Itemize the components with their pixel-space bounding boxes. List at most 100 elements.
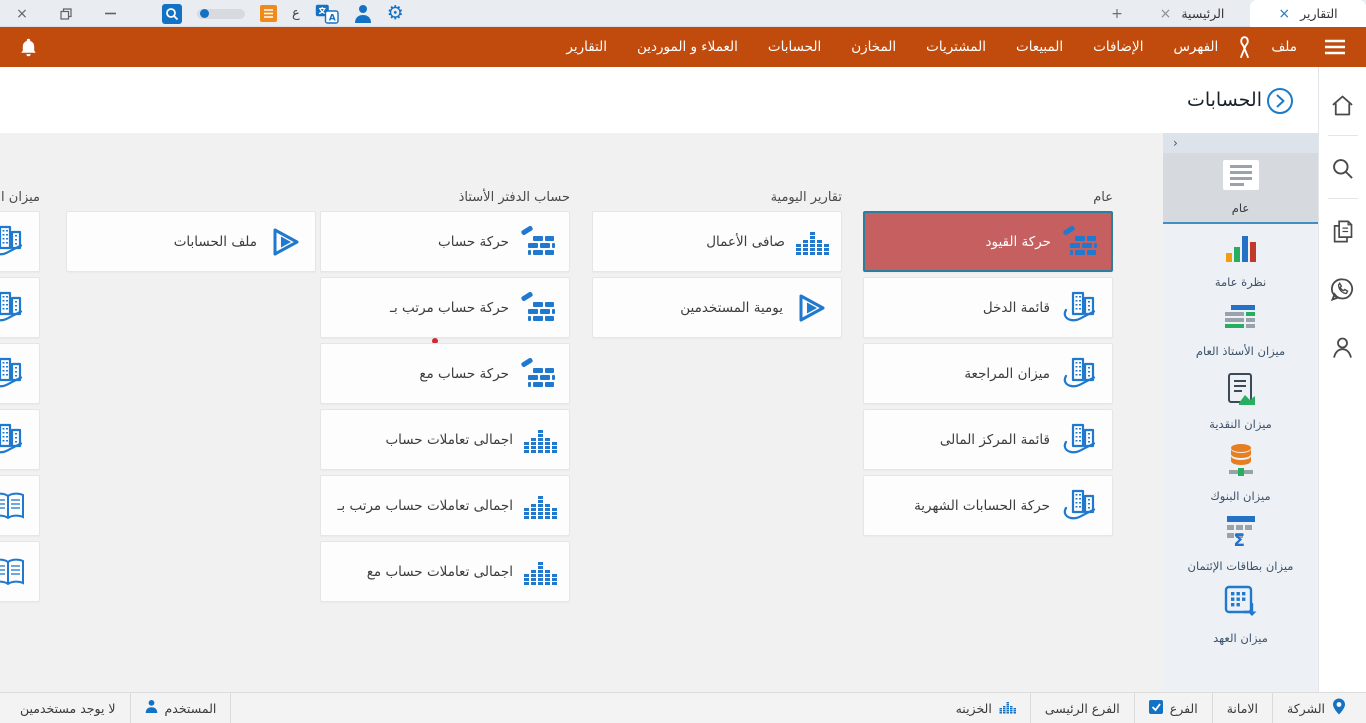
sidebar-item-general[interactable]: عام [1163,153,1318,224]
minimize-icon [105,12,116,15]
status-cell[interactable]: الفرع الرئيسى [1031,693,1135,723]
svg-text:Σ: Σ [1233,531,1245,548]
sidebar-item-credit[interactable]: Σميزان بطاقات الإئتمان [1163,508,1318,579]
toggle-switch[interactable] [197,9,245,19]
page-header: الحسابات الفرع الرئيسى الكل ▼ [0,67,1318,133]
building-icon [1060,422,1100,458]
report-tile[interactable]: صافى الأعمال [592,211,842,272]
menu-item-2[interactable]: الإضافات [1078,39,1158,55]
report-tile[interactable]: حركة القيود [863,211,1113,272]
report-tile[interactable]: قائمة المركز المالى [863,409,1113,470]
statusbar-left-group: المستخدم لا يوجد مستخدمين [6,693,231,723]
report-tile[interactable]: قائمة الدخل [863,277,1113,338]
report-tile-label: قائمة الدخل [983,300,1050,316]
bricks-icon [1061,224,1099,260]
status-cell[interactable]: الامانة [1213,693,1273,723]
report-tile[interactable]: حركة حساب [320,211,570,272]
strip-divider [1328,198,1358,199]
menu-item-5[interactable]: المخازن [836,39,911,55]
close-window-button[interactable]: × [0,0,44,27]
strip-documents-button[interactable] [1319,211,1366,255]
report-tile-label: اجمالى تعاملات حساب [385,432,513,448]
status-cell[interactable]: لا يوجد مستخدمين [6,693,131,723]
report-tile[interactable]: حركة حساب مرتب بـ [320,277,570,338]
menu-item-0[interactable]: ملف [1256,39,1312,55]
menu-item-7[interactable]: العملاء و الموردين [622,39,753,55]
sidebar-item-label: ميزان البنوك [1210,489,1270,503]
report-tile-label: حركة القيود [985,234,1051,250]
report-tile[interactable] [0,475,40,536]
report-tile-label: ملف الحسابات [174,234,257,250]
report-tile[interactable]: حركة حساب مع [320,343,570,404]
orange-list-icon[interactable] [260,5,277,22]
documents-icon [1329,218,1356,249]
close-tab-icon[interactable]: × [1160,7,1172,21]
report-tile[interactable] [0,343,40,404]
sidebar-item-label: عام [1232,201,1250,215]
report-tile[interactable] [0,409,40,470]
expand-arrow-button[interactable] [1266,87,1294,119]
home-icon [1329,92,1356,123]
report-tile[interactable]: اجمالى تعاملات حساب [320,409,570,470]
new-tab-button[interactable]: + [1100,0,1134,27]
column-header: تقارير اليومية [592,181,842,205]
report-tile[interactable] [0,541,40,602]
report-column-4: ميزان الم [0,181,40,607]
window-controls: × [0,0,132,27]
menu-item-6[interactable]: الحسابات [753,39,836,55]
sidebar-collapse-strip[interactable]: › [1163,133,1318,153]
strip-whatsapp-button[interactable] [1319,269,1366,313]
checkbox-icon [1149,700,1163,717]
custody-icon [1223,584,1259,624]
menu-item-8[interactable]: التقارير [551,39,622,55]
report-tile[interactable]: حركة الحسابات الشهرية [863,475,1113,536]
tab-home[interactable]: الرئيسية× [1134,0,1250,27]
strip-person-button[interactable] [1319,327,1366,371]
report-tile[interactable]: ميزان المراجعة [863,343,1113,404]
report-tile[interactable]: يومية المستخدمين [592,277,842,338]
overview-icon [1224,230,1258,268]
building-icon [1060,488,1100,524]
status-cell[interactable]: الشركة [1273,693,1360,723]
building-icon [0,290,27,326]
sidebar-item-cash[interactable]: ميزان النقدية [1163,366,1318,437]
notifications-bell-icon[interactable] [12,36,45,59]
minimize-window-button[interactable] [88,0,132,27]
right-icon-strip [1318,67,1366,692]
sidebar-item-overview[interactable]: نظرة عامة [1163,224,1318,295]
report-category-sidebar: › عامنظرة عامةميزان الأستاذ العامميزان ا… [1163,133,1318,692]
strip-divider [1328,135,1358,136]
collapse-chevron-icon: › [1173,136,1178,150]
gear-icon[interactable]: ⚙ [387,4,404,23]
search-icon [1329,155,1356,186]
menu-item-4[interactable]: المشتريات [911,39,1001,55]
status-cell[interactable]: الفرع [1135,693,1213,723]
sidebar-item-custody[interactable]: ميزان العهد [1163,579,1318,650]
report-tile-label: صافى الأعمال [706,234,785,250]
report-tile[interactable] [0,277,40,338]
svg-text:A: A [329,13,336,23]
report-tile[interactable]: ملف الحسابات [66,211,316,272]
report-tile[interactable]: اجمالى تعاملات حساب مع [320,541,570,602]
search-button[interactable] [162,4,182,24]
titlebar-tools: ع A ⚙ [162,0,404,27]
status-cell[interactable]: المستخدم [131,693,232,723]
strip-home-button[interactable] [1319,85,1366,129]
report-tile[interactable] [0,211,40,272]
hamburger-menu-button[interactable] [1312,39,1354,55]
strip-search-button[interactable] [1319,148,1366,192]
translate-icon[interactable]: A [315,4,339,24]
tab-reports[interactable]: التقارير× [1250,0,1366,27]
menu-item-1[interactable]: الفهرس [1158,39,1233,55]
status-cell[interactable]: الخزينه [942,693,1031,723]
user-icon[interactable] [354,4,372,24]
sidebar-item-banks[interactable]: ميزان البنوك [1163,437,1318,508]
report-tile[interactable]: اجمالى تعاملات حساب مرتب بـ [320,475,570,536]
status-label: المستخدم [165,701,217,716]
menu-item-3[interactable]: المبيعات [1001,39,1078,55]
restore-window-button[interactable] [44,0,88,27]
close-tab-icon[interactable]: × [1278,7,1290,21]
sidebar-item-ledger[interactable]: ميزان الأستاذ العام [1163,295,1318,366]
column-header: ميزان الم [0,181,40,205]
column-header: حساب الدفتر الأستاذ [320,181,570,205]
